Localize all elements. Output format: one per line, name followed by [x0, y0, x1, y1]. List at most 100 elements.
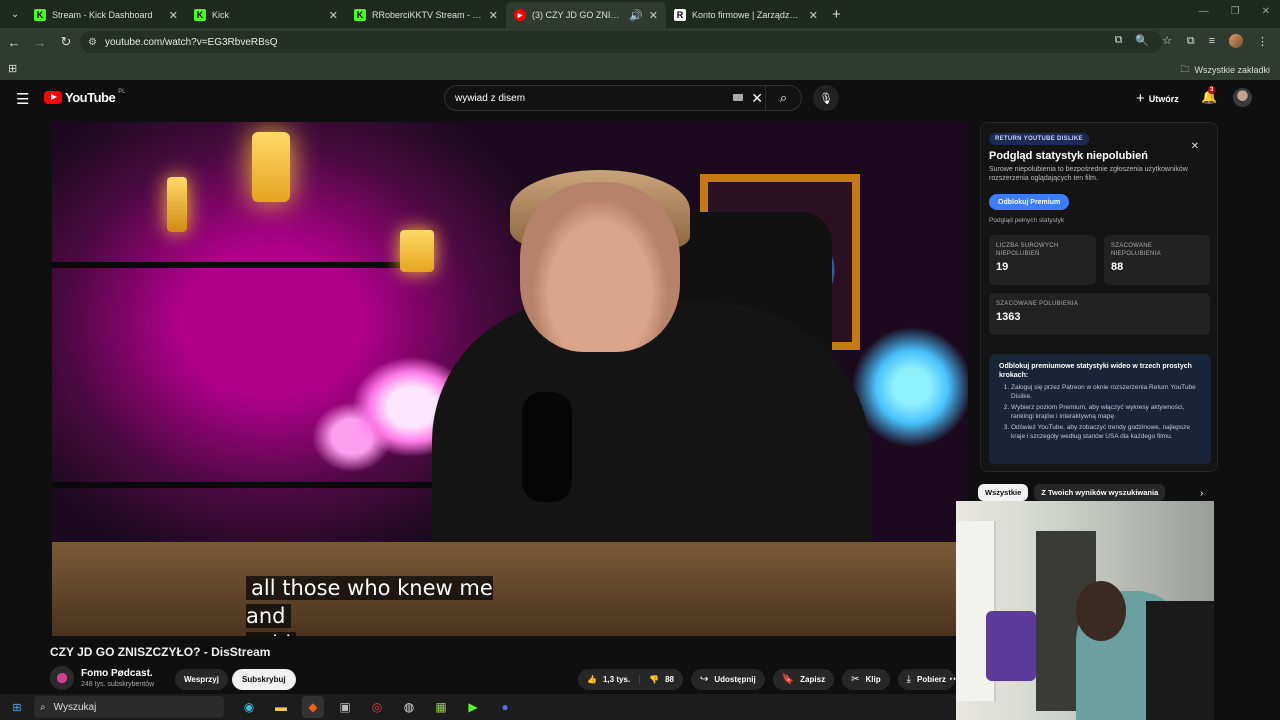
chip-from-search[interactable]: Z Twoich wyników wyszukiwania — [1034, 484, 1166, 501]
video-scene — [52, 262, 432, 268]
premium-step: Odśwież YouTube, aby zobaczyć trendy god… — [1011, 424, 1201, 441]
brave-icon[interactable]: ◆ — [302, 696, 324, 718]
stat-raw-dislikes: LICZBA SUROWYCH NIEPOLUBIEŃ 19 — [989, 235, 1096, 285]
bookmark-star-icon[interactable]: ☆ — [1162, 34, 1172, 47]
site-info-icon[interactable]: ⚙ — [88, 37, 97, 48]
clear-search-icon[interactable]: ✕ — [751, 90, 763, 107]
forward-icon[interactable]: → — [28, 35, 52, 50]
bookmarks-bar: ⊞ 🗀 Wszystkie zakładki — [0, 56, 1280, 80]
youtube-wordmark: YouTube — [65, 90, 116, 105]
search-query: wywiad z disem — [455, 92, 526, 104]
keyboard-icon[interactable] — [733, 94, 743, 101]
extensions-icon[interactable]: ⧉ — [1187, 35, 1195, 48]
account-avatar[interactable] — [1233, 88, 1252, 107]
close-icon[interactable]: ✕ — [649, 9, 658, 22]
bookmark-icon: 🔖 — [781, 674, 795, 685]
unlock-premium-button[interactable]: Odblokuj Premium — [989, 194, 1070, 210]
r-icon: R — [674, 9, 686, 21]
reload-icon[interactable]: ↻ — [54, 34, 78, 50]
speaker-icon[interactable]: 🔊 — [629, 9, 643, 22]
video-scene — [52, 482, 432, 488]
close-icon[interactable]: ✕ — [329, 9, 338, 22]
stat-est-dislikes: SZACOWANE NIEPOLUBIENIA 88 — [1104, 235, 1210, 285]
obs-icon[interactable]: ◍ — [398, 696, 420, 718]
address-bar[interactable]: ⚙ youtube.com/watch?v=EG3RbveRBsQ — [80, 31, 1162, 53]
webcam-scene — [1076, 581, 1126, 641]
tab-search-icon[interactable]: ⌄ — [4, 3, 26, 25]
download-button[interactable]: ⤓ Pobierz — [897, 669, 955, 690]
stat-value: 1363 — [996, 311, 1021, 323]
media-icon[interactable]: ≡ — [1209, 35, 1215, 47]
app-icon[interactable]: ▣ — [334, 696, 356, 718]
tab-title: (3) CZY JD GO ZNISZCZYŁO — [532, 10, 623, 20]
clip-button[interactable]: ✂ Klip — [842, 669, 890, 690]
dislike-button[interactable]: 👎 88 — [640, 675, 683, 684]
channel-avatar[interactable] — [50, 666, 74, 690]
ryd-title: Podgląd statystyk niepolubień — [989, 150, 1148, 162]
like-button[interactable]: 👍 1,3 tys. — [578, 675, 641, 684]
close-icon[interactable]: ✕ — [489, 9, 498, 22]
plus-icon: + — [1136, 90, 1145, 107]
chip-all[interactable]: Wszystkie — [978, 484, 1029, 501]
chevron-right-icon[interactable]: › — [1200, 488, 1203, 499]
video-title: CZY JD GO ZNISZCZYŁO? - DisStream — [50, 645, 271, 659]
close-icon[interactable]: ✕ — [169, 9, 178, 22]
maximize-icon[interactable]: ❐ — [1231, 6, 1240, 17]
save-button[interactable]: 🔖 Zapisz — [772, 669, 835, 690]
share-label: Udostępnij — [714, 675, 756, 684]
url-text: youtube.com/watch?v=EG3RbveRBsQ — [104, 36, 278, 48]
browser-tab-active[interactable]: ▶ (3) CZY JD GO ZNISZCZYŁO 🔊 ✕ — [506, 2, 666, 28]
recommendation-chips: Wszystkie Z Twoich wyników wyszukiwania — [978, 484, 1166, 501]
chrome-icon[interactable]: ◎ — [366, 696, 388, 718]
close-icon[interactable]: ✕ — [1191, 141, 1199, 152]
window-close-icon[interactable]: ✕ — [1262, 6, 1270, 17]
search-button-icon[interactable]: ⌕ — [765, 86, 801, 110]
all-bookmarks-label: Wszystkie zakładki — [1194, 65, 1270, 75]
browser-tab[interactable]: R Konto firmowe | Zarządzanie fir ✕ — [666, 2, 826, 28]
browser-tab[interactable]: K Kick ✕ — [186, 2, 346, 28]
discord-icon[interactable]: ● — [494, 696, 516, 718]
back-icon[interactable]: ← — [2, 35, 26, 50]
kick-play-icon[interactable]: ▶ — [462, 696, 484, 718]
app-icon[interactable]: ▦ — [430, 696, 452, 718]
edge-icon[interactable]: ◉ — [238, 696, 260, 718]
profile-avatar[interactable] — [1229, 34, 1243, 48]
notifications-bell-icon[interactable]: 🔔 3 — [1201, 86, 1217, 105]
browser-tab[interactable]: K Stream - Kick Dashboard ✕ — [26, 2, 186, 28]
full-stats-link[interactable]: Podgląd pełnych statystyk — [989, 217, 1064, 224]
voice-search-icon[interactable]: 🎙 — [813, 85, 839, 111]
new-tab-icon[interactable]: + — [832, 6, 841, 23]
browser-tab[interactable]: K RRoberciKKTV Stream - Watch ✕ — [346, 2, 506, 28]
youtube-logo[interactable]: YouTube PL — [44, 89, 126, 105]
browser-tab-bar: ⌄ K Stream - Kick Dashboard ✕ K Kick ✕ K… — [0, 0, 1280, 28]
stat-label: LICZBA SUROWYCH NIEPOLUBIEŃ — [996, 243, 1059, 257]
apps-icon[interactable]: ⊞ — [8, 62, 17, 75]
download-icon: ⤓ — [906, 674, 911, 685]
file-explorer-icon[interactable]: ▬ — [270, 696, 292, 718]
ryd-panel: RETURN YOUTUBE DISLIKE ✕ Podgląd statyst… — [980, 122, 1218, 472]
premium-info-heading: Odblokuj premiumowe statystyki wideo w t… — [999, 363, 1192, 379]
subscribe-button[interactable]: Subskrybuj — [232, 669, 296, 690]
support-button[interactable]: Wesprzyj — [175, 669, 228, 690]
share-button[interactable]: ↪ Udostępnij — [690, 669, 765, 690]
menu-icon[interactable]: ⋮ — [1257, 35, 1268, 48]
all-bookmarks[interactable]: 🗀 Wszystkie zakładki — [1180, 62, 1270, 78]
like-count: 1,3 tys. — [602, 675, 631, 684]
zoom-icon[interactable]: 🔍 — [1135, 34, 1149, 47]
video-scene — [167, 177, 187, 232]
channel-name[interactable]: Fomo Pødcast. — [81, 668, 154, 679]
create-button[interactable]: + Utwórz — [1136, 90, 1179, 107]
thumbs-down-icon: 👎 — [649, 675, 660, 684]
minimize-icon[interactable]: — — [1199, 6, 1209, 17]
windows-start-icon[interactable]: ⊞ — [4, 701, 30, 714]
taskbar-search[interactable]: ⌕ Wyszukaj — [34, 696, 224, 718]
browser-toolbar: ← → ↻ ⚙ youtube.com/watch?v=EG3RbveRBsQ … — [0, 28, 1280, 56]
install-app-icon[interactable]: ⧉ — [1115, 34, 1123, 47]
folder-icon: 🗀 — [1180, 64, 1190, 74]
video-player[interactable]: all those who knew me and told — [52, 122, 968, 636]
caption-line: told — [246, 632, 297, 636]
close-icon[interactable]: ✕ — [809, 9, 818, 22]
hamburger-menu-icon[interactable]: ☰ — [16, 90, 29, 108]
thumbs-up-icon: 👍 — [587, 675, 597, 684]
search-input[interactable]: wywiad z disem ✕ ⌕ — [444, 85, 802, 111]
